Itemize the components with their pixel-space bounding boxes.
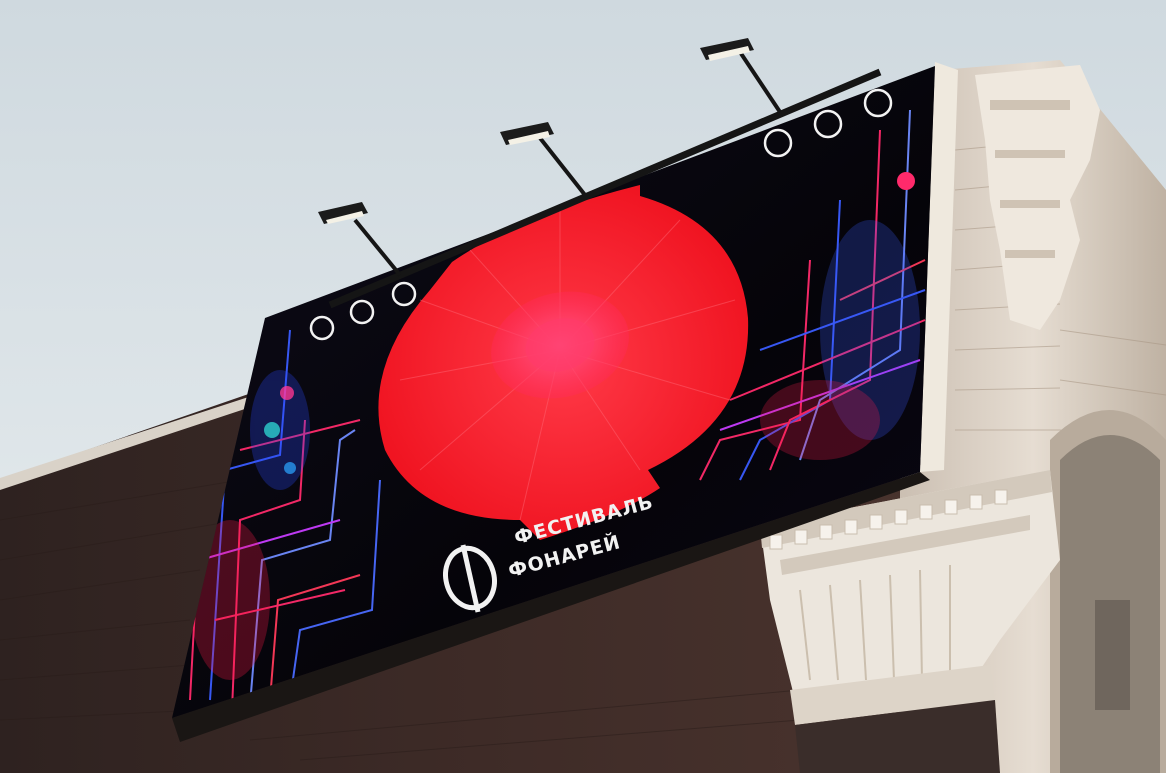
scene-artwork	[0, 0, 1166, 773]
photo-scene: ФЕСТИВАЛЬ ФОНАРЕЙ	[0, 0, 1166, 773]
